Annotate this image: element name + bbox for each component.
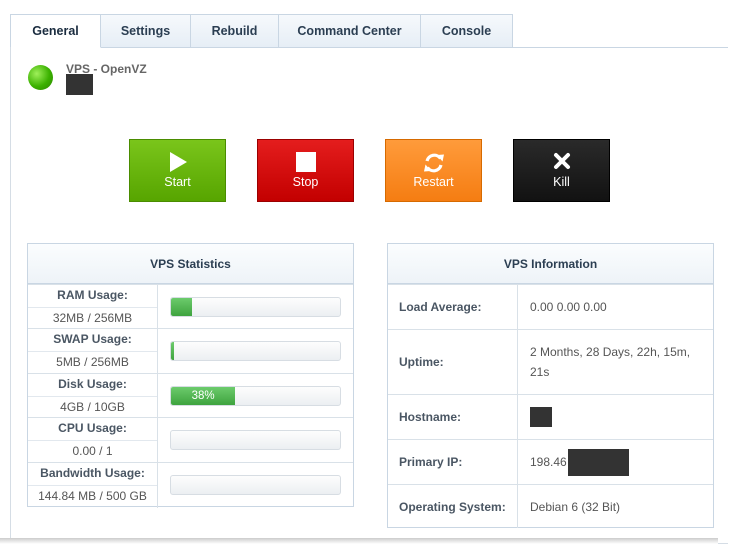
ram-usage-label: RAM Usage: — [57, 288, 128, 302]
close-icon — [514, 152, 609, 170]
cell-divider — [28, 440, 157, 441]
stat-label-cell: Disk Usage: 4GB / 10GB — [28, 374, 158, 419]
stop-button[interactable]: Stop — [257, 139, 354, 202]
start-button-label: Start — [164, 175, 191, 189]
status-online-icon — [28, 65, 53, 90]
stat-row-disk: Disk Usage: 4GB / 10GB 38% — [28, 373, 353, 419]
restart-button[interactable]: Restart — [385, 139, 482, 202]
kill-button-label: Kill — [553, 175, 570, 189]
ram-usage-fill — [171, 298, 193, 316]
cell-divider — [28, 351, 157, 352]
restart-button-label: Restart — [413, 175, 454, 189]
stop-icon — [258, 152, 353, 172]
primary-ip-text: 198.46 — [530, 455, 567, 469]
cell-divider — [28, 396, 157, 397]
cpu-usage-label: CPU Usage: — [58, 421, 127, 435]
swap-usage-fill — [171, 342, 175, 360]
cell-divider — [28, 485, 157, 486]
swap-usage-bar — [170, 341, 341, 361]
stat-row-cpu: CPU Usage: 0.00 / 1 — [28, 417, 353, 463]
info-row-uptime: Uptime: 2 Months, 28 Days, 22h, 15m, 21s — [388, 329, 713, 394]
cpu-usage-bar — [170, 430, 341, 450]
info-row-os: Operating System: Debian 6 (32 Bit) — [388, 484, 713, 528]
uptime-label: Uptime: — [388, 330, 518, 394]
kill-button[interactable]: Kill — [513, 139, 610, 202]
primary-ip-label: Primary IP: — [388, 440, 518, 484]
hostname-label: Hostname: — [388, 395, 518, 439]
ram-usage-bar — [170, 297, 341, 317]
refresh-icon — [386, 152, 481, 174]
vps-statistics-heading: VPS Statistics — [28, 244, 353, 284]
load-average-value: 0.00 0.00 0.00 — [530, 300, 607, 314]
bandwidth-usage-value: 144.84 MB / 500 GB — [38, 489, 147, 503]
bandwidth-usage-bar — [170, 475, 341, 495]
operating-system-value: Debian 6 (32 Bit) — [530, 499, 621, 514]
stat-label-cell: Bandwidth Usage: 144.84 MB / 500 GB — [28, 463, 158, 508]
operating-system-label: Operating System: — [388, 485, 518, 528]
start-button[interactable]: Start — [129, 139, 226, 202]
load-average-label: Load Average: — [388, 285, 518, 329]
stat-label-cell: RAM Usage: 32MB / 256MB — [28, 285, 158, 330]
tab-rebuild[interactable]: Rebuild — [191, 14, 279, 48]
play-icon — [130, 152, 225, 172]
tab-console[interactable]: Console — [421, 14, 513, 48]
stat-row-ram: RAM Usage: 32MB / 256MB — [28, 284, 353, 330]
cell-divider — [28, 307, 157, 308]
tab-command-center[interactable]: Command Center — [279, 14, 421, 48]
tab-general[interactable]: General — [10, 14, 101, 48]
vps-information-box: VPS Information Load Average: 0.00 0.00 … — [387, 243, 714, 528]
tab-settings[interactable]: Settings — [101, 14, 191, 48]
panel-shadow — [0, 538, 718, 544]
bandwidth-usage-label: Bandwidth Usage: — [40, 466, 145, 480]
swap-usage-label: SWAP Usage: — [53, 332, 132, 346]
tab-bar: General Settings Rebuild Command Center … — [10, 14, 513, 48]
redacted-ip — [567, 448, 629, 476]
vps-information-heading: VPS Information — [388, 244, 713, 284]
redacted-hostname-value — [530, 407, 552, 427]
ram-usage-value: 32MB / 256MB — [52, 311, 133, 325]
uptime-value: 2 Months, 28 Days, 22h, 15m, 21s — [530, 345, 691, 379]
cpu-usage-value: 0.00 / 1 — [72, 444, 113, 458]
primary-ip-value: 198.46 — [530, 440, 701, 484]
disk-usage-value: 4GB / 10GB — [60, 400, 125, 414]
info-row-load: Load Average: 0.00 0.00 0.00 — [388, 284, 713, 329]
stat-row-swap: SWAP Usage: 5MB / 256MB — [28, 328, 353, 374]
disk-usage-bar: 38% — [170, 386, 341, 406]
vps-statistics-box: VPS Statistics RAM Usage: 32MB / 256MB S… — [27, 243, 354, 508]
info-row-hostname: Hostname: — [388, 394, 713, 439]
redacted-hostname — [66, 74, 93, 95]
info-row-ip: Primary IP: 198.46 — [388, 439, 713, 484]
disk-usage-fill: 38% — [171, 387, 236, 405]
stop-button-label: Stop — [292, 175, 319, 189]
stat-label-cell: SWAP Usage: 5MB / 256MB — [28, 329, 158, 374]
stat-label-cell: CPU Usage: 0.00 / 1 — [28, 418, 158, 463]
hostname-value — [530, 395, 701, 439]
disk-usage-label: Disk Usage: — [58, 377, 127, 391]
stat-row-bandwidth: Bandwidth Usage: 144.84 MB / 500 GB — [28, 462, 353, 508]
swap-usage-value: 5MB / 256MB — [56, 355, 129, 369]
